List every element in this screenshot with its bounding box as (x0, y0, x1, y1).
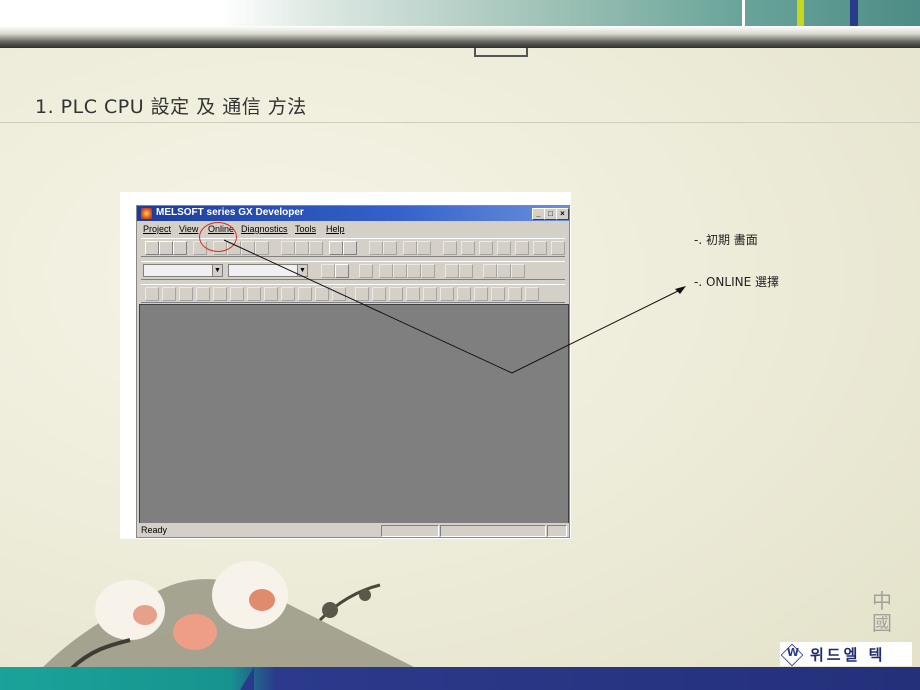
logo-letter: W (786, 646, 800, 659)
company-logo: W 위드엘 텍 (780, 642, 912, 667)
bottom-decor-band (0, 667, 920, 690)
flower-decor (40, 561, 420, 670)
bottom-split-shape (240, 667, 254, 690)
chinese-seal: 中國 (872, 589, 892, 635)
logo-name: 위드엘 텍 (810, 646, 886, 664)
note-online-select: -. ONLINE 選擇 (694, 275, 779, 289)
note-initial-screen: -. 初期 畵面 (694, 233, 758, 247)
